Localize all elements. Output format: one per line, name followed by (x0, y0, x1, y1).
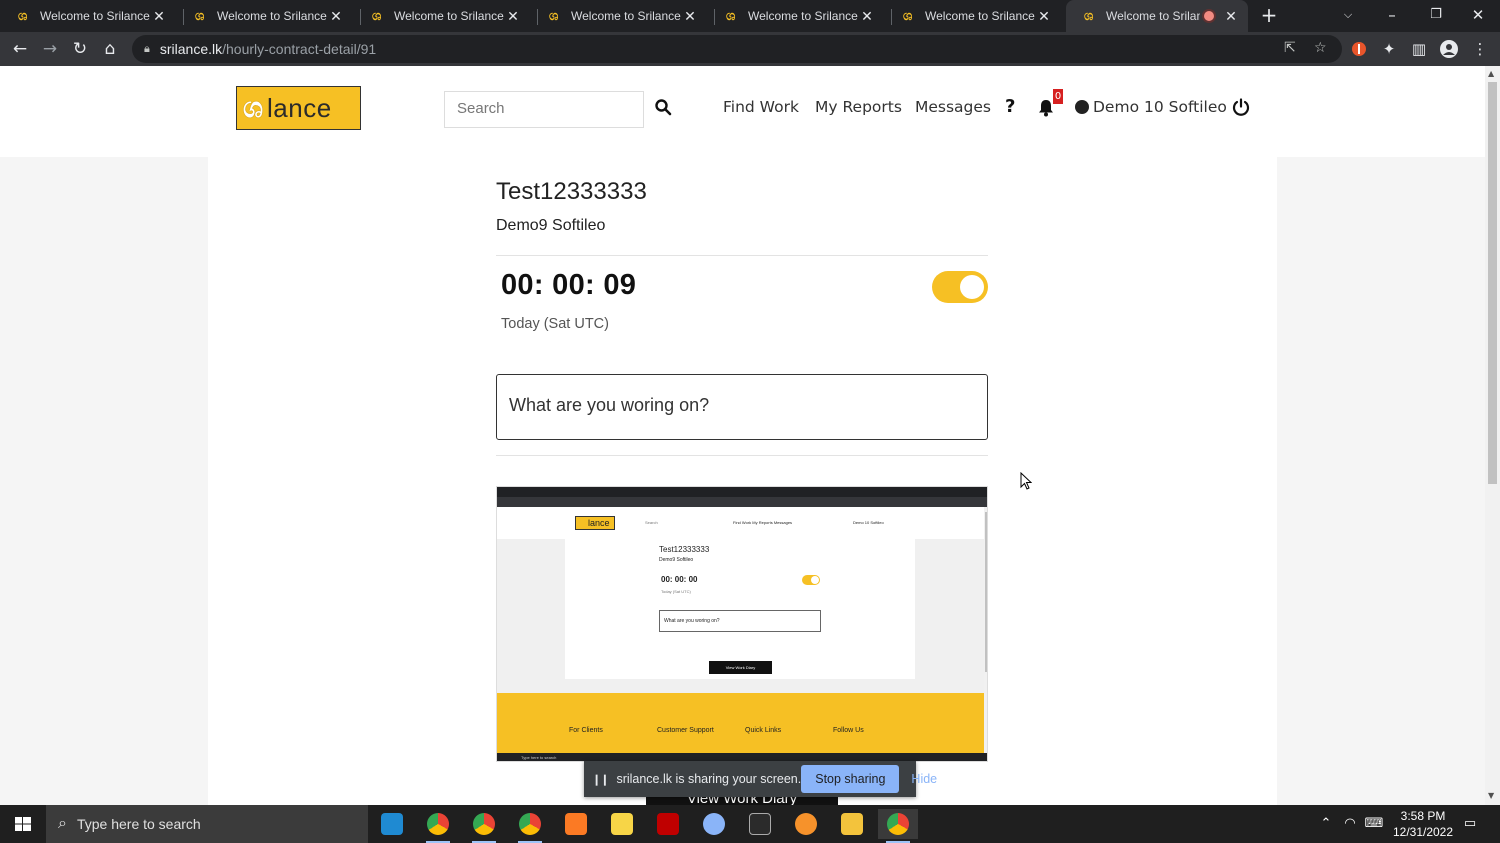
tab-close-icon[interactable]: ✕ (1224, 8, 1238, 25)
srilance-favicon-icon: ශ (372, 8, 382, 23)
srilance-favicon-icon: ශ (195, 8, 205, 23)
srilance-favicon-icon: ශ (1084, 8, 1094, 23)
windows-logo-icon (15, 817, 31, 831)
tab-close-icon[interactable]: ✕ (506, 8, 520, 25)
restore-button[interactable]: ❐ (1414, 0, 1458, 32)
taskbar-search-input[interactable]: ⌕ Type here to search (46, 805, 368, 843)
tracking-toggle[interactable] (932, 271, 988, 303)
file-explorer-app-icon[interactable] (832, 809, 872, 839)
search-icon: ⌕ (58, 815, 67, 832)
browser-tab[interactable]: ශ Welcome to Srilance | F ✕ (354, 0, 530, 32)
user-name[interactable]: Demo 10 Softileo (1093, 98, 1227, 116)
browser-tab[interactable]: ශ Welcome to Srilance | F ✕ (0, 0, 176, 32)
reload-icon[interactable]: ↻ (68, 37, 92, 61)
srilance-favicon-icon: ශ (726, 8, 736, 23)
url-host: srilance.lk (159, 41, 223, 57)
browser-tab[interactable]: ශ Welcome to Srilance | F ✕ (531, 0, 707, 32)
sticky-notes-app-icon[interactable] (602, 809, 642, 839)
task-input[interactable]: What are you woring on? (496, 374, 988, 440)
forward-arrow-icon[interactable]: → (38, 37, 62, 61)
lock-icon: 🔒︎ (144, 42, 150, 55)
taskbar-clock[interactable]: 3:58 PM 12/31/2022 (1390, 808, 1456, 840)
close-window-button[interactable]: ✕ (1456, 0, 1500, 32)
tab-close-icon[interactable]: ✕ (683, 8, 697, 25)
search-input[interactable]: Search (444, 91, 644, 128)
bookmark-star-icon[interactable]: ☆ (1314, 40, 1327, 56)
logo-mark-icon: ශ (243, 91, 264, 124)
extensions-puzzle-icon[interactable]: ✦ (1377, 37, 1401, 61)
srilance-favicon-icon: ශ (903, 8, 913, 23)
new-tab-button[interactable]: + (1258, 4, 1280, 26)
extension-icon[interactable] (1347, 37, 1371, 61)
chrome-app-icon[interactable] (418, 809, 458, 843)
tab-close-icon[interactable]: ✕ (329, 8, 343, 25)
mouse-cursor-icon (1020, 472, 1032, 490)
help-icon[interactable]: ? (1005, 96, 1015, 117)
timer-subtitle: Today (Sat UTC) (501, 316, 609, 332)
nav-messages[interactable]: Messages (915, 98, 991, 116)
notification-center-icon[interactable]: ▭ (1458, 805, 1482, 843)
chrome-profile-app-icon[interactable] (510, 809, 550, 843)
menu-kebab-icon[interactable]: ⋮ (1468, 37, 1492, 61)
user-circle-icon (1075, 100, 1089, 114)
start-button[interactable] (0, 805, 46, 843)
stop-sharing-button[interactable]: Stop sharing (801, 765, 900, 793)
filezilla-app-icon[interactable] (648, 809, 688, 839)
tab-close-icon[interactable]: ✕ (152, 8, 166, 25)
search-icon[interactable] (654, 98, 672, 116)
tab-close-icon[interactable]: ✕ (1037, 8, 1051, 25)
browser-tab[interactable]: ශ Welcome to Srilance | F ✕ (885, 0, 1061, 32)
home-icon[interactable]: ⌂ (98, 37, 122, 61)
keyboard-icon[interactable]: ⌨ (1362, 805, 1386, 843)
browser-tab[interactable]: ශ Welcome to Srilance | F ✕ (708, 0, 884, 32)
screen-share-bar: ❙❙ srilance.lk is sharing your screen. S… (584, 761, 937, 797)
tray-chevron-icon[interactable]: ⌃ (1316, 805, 1336, 843)
page-viewport: ශ lance Search Find Work My Reports Mess… (0, 66, 1485, 805)
wifi-icon[interactable]: ◠ (1340, 805, 1360, 843)
site-header: ශ lance Search Find Work My Reports Mess… (0, 66, 1485, 157)
power-logout-icon[interactable] (1232, 98, 1250, 116)
chrome-active-app-icon[interactable] (878, 809, 918, 843)
contract-title: Test12333333 (496, 178, 647, 205)
share-message: srilance.lk is sharing your screen. (616, 772, 802, 786)
browser-tab[interactable]: ශ Welcome to Srilance | F ✕ (177, 0, 353, 32)
contract-card: Test12333333 Demo9 Softileo 00: 00: 09 T… (208, 157, 1277, 805)
drag-handle-icon[interactable]: ❙❙ (592, 773, 609, 786)
snipping-tool-app-icon[interactable] (694, 809, 734, 839)
profile-avatar-icon[interactable] (1437, 37, 1461, 61)
divider (496, 455, 988, 456)
back-arrow-icon[interactable]: ← (8, 37, 32, 61)
srilance-favicon-icon: ශ (549, 8, 559, 23)
browser-toolbar: ← → ↻ ⌂ 🔒︎ srilance.lk/hourly-contract-d… (0, 32, 1500, 66)
bell-icon[interactable] (1038, 99, 1054, 117)
share-icon[interactable]: ⇱ (1284, 40, 1296, 56)
address-bar[interactable]: 🔒︎ srilance.lk/hourly-contract-detail/91 (132, 35, 1342, 63)
nav-find-work[interactable]: Find Work (723, 98, 799, 116)
side-panel-icon[interactable]: ▥ (1407, 37, 1431, 61)
recording-indicator-icon (1204, 11, 1214, 21)
xampp-app-icon[interactable] (556, 809, 596, 839)
notification-badge: 0 (1053, 89, 1063, 104)
page-scrollbar[interactable]: ▲ ▼ (1485, 66, 1500, 805)
terminal-app-icon[interactable] (740, 809, 780, 839)
windows-taskbar: ⌕ Type here to search ⌃ ◠ ⌨ 3:58 PM 12/3… (0, 805, 1500, 843)
divider (496, 255, 988, 256)
tab-close-icon[interactable]: ✕ (860, 8, 874, 25)
chrome-profile-app-icon[interactable] (464, 809, 504, 843)
vscode-app-icon[interactable] (372, 809, 412, 839)
browser-tab-active[interactable]: ශ Welcome to Srilanc ✕ (1066, 0, 1248, 32)
screenshot-thumbnail[interactable]: lance Search Find Work My Reports Messag… (496, 486, 988, 762)
srilance-favicon-icon: ශ (18, 8, 28, 23)
url-path: /hourly-contract-detail/91 (222, 41, 377, 57)
timer-display: 00: 00: 09 (501, 269, 637, 301)
hide-share-bar-button[interactable]: Hide (905, 765, 943, 793)
nav-my-reports[interactable]: My Reports (815, 98, 902, 116)
client-name: Demo9 Softileo (496, 217, 606, 234)
sublime-app-icon[interactable] (786, 809, 826, 839)
tab-search-chevron-icon[interactable]: ⌵ (1326, 0, 1370, 32)
minimize-button[interactable]: – (1370, 0, 1414, 32)
srilance-logo[interactable]: ශ lance (236, 86, 361, 130)
browser-tab-strip: ශ Welcome to Srilance | F ✕ ශ Welcome to… (0, 0, 1500, 32)
